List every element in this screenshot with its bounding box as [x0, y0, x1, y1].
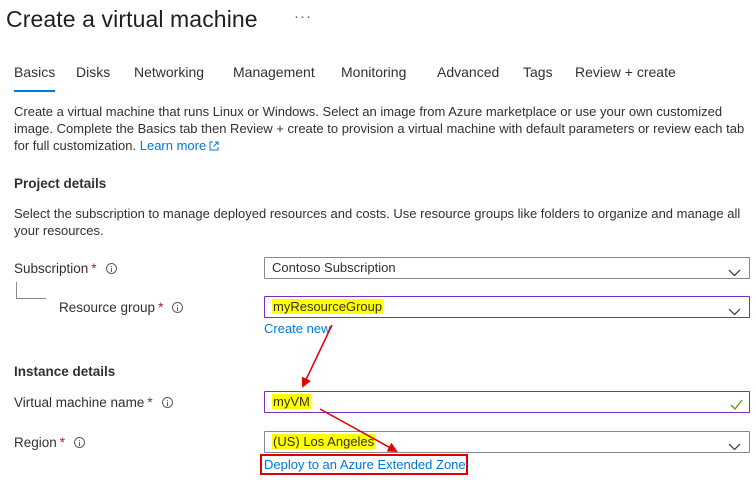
- subscription-label-text: Subscription: [14, 261, 89, 276]
- tab-monitoring[interactable]: Monitoring: [341, 64, 406, 94]
- vm-name-label: Virtual machine name *: [14, 395, 173, 410]
- project-details-heading: Project details: [14, 176, 107, 191]
- tab-advanced[interactable]: Advanced: [437, 64, 499, 94]
- tab-review-create[interactable]: Review + create: [575, 64, 676, 94]
- intro-description: Create a virtual machine that runs Linux…: [14, 104, 745, 153]
- tree-connector: [16, 282, 46, 299]
- region-label: Region *: [14, 435, 86, 450]
- required-marker: *: [91, 261, 97, 276]
- tab-networking[interactable]: Networking: [134, 64, 204, 94]
- chevron-down-icon: [728, 263, 741, 283]
- subscription-value: Contoso Subscription: [272, 260, 396, 275]
- vm-name-input[interactable]: myVM: [264, 391, 750, 413]
- instance-details-heading: Instance details: [14, 364, 116, 379]
- required-marker: *: [158, 300, 164, 315]
- checkmark-icon: [730, 396, 743, 416]
- resource-group-dropdown[interactable]: myResourceGroup: [264, 296, 750, 318]
- info-icon[interactable]: [74, 437, 86, 448]
- info-icon[interactable]: [161, 397, 173, 408]
- tab-disks[interactable]: Disks: [76, 64, 110, 94]
- region-dropdown[interactable]: (US) Los Angeles: [264, 431, 750, 453]
- subscription-dropdown[interactable]: Contoso Subscription: [264, 257, 750, 279]
- region-label-text: Region: [14, 435, 57, 450]
- region-value: (US) Los Angeles: [272, 434, 376, 449]
- chevron-down-icon: [728, 437, 741, 457]
- tab-tags[interactable]: Tags: [523, 64, 553, 94]
- project-details-description: Select the subscription to manage deploy…: [14, 206, 741, 238]
- create-new-link[interactable]: Create new: [264, 321, 330, 336]
- more-options-icon[interactable]: ···: [294, 8, 312, 25]
- resource-group-label: Resource group *: [59, 300, 184, 315]
- intro-text: Create a virtual machine that runs Linux…: [14, 103, 749, 155]
- resource-group-value: myResourceGroup: [272, 299, 384, 314]
- vm-name-label-text: Virtual machine name: [14, 395, 145, 410]
- required-marker: *: [59, 435, 66, 450]
- resource-group-label-text: Resource group: [59, 300, 156, 315]
- page-title: Create a virtual machine: [6, 6, 258, 32]
- required-marker: *: [147, 395, 153, 410]
- info-icon[interactable]: [172, 302, 184, 313]
- learn-more-label: Learn more: [139, 138, 207, 153]
- tab-basics[interactable]: Basics: [14, 64, 56, 94]
- learn-more-link[interactable]: Learn more: [140, 138, 219, 153]
- chevron-down-icon: [728, 302, 741, 322]
- external-link-icon: [209, 138, 219, 155]
- tab-management[interactable]: Management: [233, 64, 315, 94]
- vm-name-value: myVM: [272, 394, 311, 409]
- deploy-extended-zone-link[interactable]: Deploy to an Azure Extended Zone: [264, 457, 466, 472]
- subscription-label: Subscription *: [14, 261, 117, 276]
- info-icon[interactable]: [105, 263, 117, 274]
